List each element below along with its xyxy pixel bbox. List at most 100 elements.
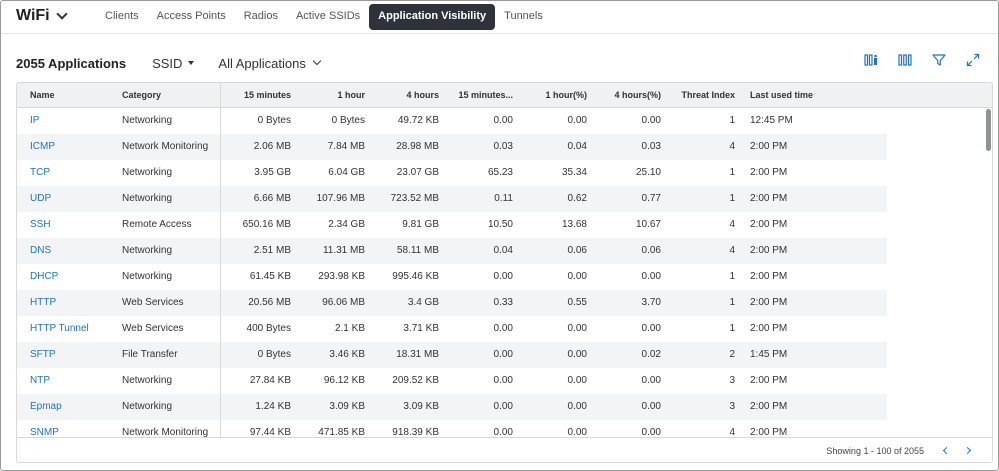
cell-category: Networking <box>122 115 173 126</box>
columns-icon[interactable] <box>898 53 912 67</box>
table-row[interactable]: DNS Networking 2.51 MB 11.31 MB 58.11 MB 0.04… <box>17 238 887 264</box>
column-header-4-hours-pct[interactable]: 4 hours(%) <box>591 83 661 108</box>
cell-15-minutes: 0 Bytes <box>257 115 291 126</box>
cell-1-hour-pct: 0.62 <box>567 193 587 204</box>
scrollbar-thumb[interactable] <box>986 109 991 151</box>
column-header-15-minutes[interactable]: 15 minutes <box>221 83 291 108</box>
tab-application-visibility[interactable]: Application Visibility <box>369 4 496 30</box>
cell-15-minutes: 1.24 KB <box>255 401 291 412</box>
column-header-15-minutes-pct[interactable]: 15 minutes... <box>443 83 513 108</box>
cell-15-minutes: 0 Bytes <box>257 349 291 360</box>
cell-name[interactable]: HTTP <box>30 290 56 316</box>
cell-4-hours: 995.46 KB <box>392 271 439 282</box>
chevron-right-icon <box>963 446 972 455</box>
cell-4-hours: 23.07 GB <box>396 167 439 178</box>
cell-1-hour-pct: 0.00 <box>567 375 587 386</box>
cell-category: Network Monitoring <box>122 141 209 152</box>
table-row[interactable]: HTTP Tunnel Web Services 400 Bytes 2.1 KB 3.… <box>17 316 887 342</box>
cell-category: Network Monitoring <box>122 427 209 437</box>
column-header-1-hour-pct[interactable]: 1 hour(%) <box>517 83 588 108</box>
cell-name[interactable]: IP <box>30 108 39 134</box>
cell-name[interactable]: ICMP <box>30 134 55 160</box>
cell-1-hour-pct: 0.06 <box>567 245 587 256</box>
next-page-button[interactable] <box>963 445 975 457</box>
cell-1-hour-pct: 0.00 <box>567 401 587 412</box>
cell-name[interactable]: TCP <box>30 160 50 186</box>
tab-tunnels[interactable]: Tunnels <box>495 4 552 30</box>
applications-count: 2055 Applications <box>16 55 127 71</box>
cell-15-minutes-pct: 0.04 <box>493 245 513 256</box>
cell-name[interactable]: HTTP Tunnel <box>30 316 89 342</box>
cell-15-minutes: 2.51 MB <box>253 245 291 256</box>
cell-category: Networking <box>122 245 173 256</box>
cell-15-minutes-pct: 0.00 <box>493 323 513 334</box>
column-header-threat-index[interactable]: Threat Index <box>665 83 735 108</box>
table-row[interactable]: ICMP Network Monitoring 2.06 MB 7.84 MB 28.9… <box>17 134 887 160</box>
cell-category: Networking <box>122 167 173 178</box>
table-row[interactable]: UDP Networking 6.66 MB 107.96 MB 723.52 MB 0.… <box>17 186 887 212</box>
cell-1-hour-pct: 0.04 <box>567 141 587 152</box>
table-row[interactable]: SFTP File Transfer 0 Bytes 3.46 KB 18.31 MB 0… <box>17 342 887 368</box>
cell-name[interactable]: UDP <box>30 186 51 212</box>
cell-name[interactable]: SFTP <box>30 342 56 368</box>
cell-threat-index: 1 <box>729 167 735 178</box>
cell-15-minutes-pct: 0.00 <box>493 401 513 412</box>
table-row[interactable]: IP Networking 0 Bytes 0 Bytes 49.72 KB 0.00 0.… <box>17 108 887 134</box>
vertical-scrollbar[interactable] <box>986 109 992 437</box>
cell-15-minutes: 97.44 KB <box>249 427 291 437</box>
cell-name[interactable]: NTP <box>30 368 50 394</box>
cell-category: Networking <box>122 193 173 204</box>
table-footer: Showing 1 - 100 of 2055 <box>17 437 992 462</box>
columns-config-icon[interactable] <box>864 53 878 67</box>
application-filter-dropdown[interactable]: All Applications <box>218 55 322 71</box>
table-row[interactable]: SNMP Network Monitoring 97.44 KB 471.85 KB 9… <box>17 420 887 437</box>
cell-1-hour: 2.1 KB <box>334 323 365 334</box>
application-filter-label: All Applications <box>218 55 306 71</box>
cell-15-minutes-pct: 65.23 <box>487 167 513 178</box>
previous-page-button[interactable] <box>940 445 952 457</box>
cell-threat-index: 1 <box>729 297 735 308</box>
column-header-1-hour[interactable]: 1 hour <box>295 83 365 108</box>
tab-clients[interactable]: Clients <box>96 4 148 30</box>
cell-last-used-time: 1:45 PM <box>750 349 788 360</box>
column-header-last-used-time[interactable]: Last used time <box>750 83 813 108</box>
table-row[interactable]: HTTP Web Services 20.56 MB 96.06 MB 3.4 GB 0.… <box>17 290 887 316</box>
tab-active-ssids[interactable]: Active SSIDs <box>287 4 369 30</box>
table-row[interactable]: NTP Networking 27.84 KB 96.12 KB 209.52 KB 0.… <box>17 368 887 394</box>
cell-threat-index: 4 <box>729 427 735 437</box>
table-row[interactable]: SSH Remote Access 650.16 MB 2.34 GB 9.81 GB 1… <box>17 212 887 238</box>
filter-icon[interactable] <box>932 53 946 67</box>
tab-radios[interactable]: Radios <box>235 4 287 30</box>
chevron-down-icon <box>55 8 68 20</box>
cell-15-minutes: 2.06 MB <box>253 141 291 152</box>
cell-1-hour: 11.31 MB <box>322 245 365 256</box>
tab-access-points[interactable]: Access Points <box>148 4 235 30</box>
cell-name[interactable]: DHCP <box>30 264 58 290</box>
cell-name[interactable]: Epmap <box>30 394 62 420</box>
table-row[interactable]: DHCP Networking 61.45 KB 293.98 KB 995.46 KB… <box>17 264 887 290</box>
cell-last-used-time: 2:00 PM <box>750 167 788 178</box>
cell-name[interactable]: DNS <box>30 238 51 264</box>
ssid-dropdown[interactable]: SSID <box>152 56 195 71</box>
cell-name[interactable]: SSH <box>30 212 51 238</box>
pagination-summary: Showing 1 - 100 of 2055 <box>826 446 924 456</box>
cell-threat-index: 4 <box>729 245 735 256</box>
cell-1-hour: 107.96 MB <box>316 193 365 204</box>
cell-4-hours: 49.72 KB <box>397 115 439 126</box>
column-header-category[interactable]: Category <box>122 83 161 108</box>
cell-4-hours: 3.71 KB <box>403 323 439 334</box>
app-switcher[interactable]: WiFi <box>16 7 68 25</box>
table-row[interactable]: Epmap Networking 1.24 KB 3.09 KB 3.09 KB 0.00… <box>17 394 887 420</box>
column-header-4-hours[interactable]: 4 hours <box>369 83 439 108</box>
cell-4-hours: 3.09 KB <box>403 401 439 412</box>
cell-4-hours-pct: 0.00 <box>641 115 661 126</box>
table-row[interactable]: TCP Networking 3.95 GB 6.04 GB 23.07 GB 65.23… <box>17 160 887 186</box>
cell-1-hour: 2.34 GB <box>328 219 365 230</box>
cell-threat-index: 3 <box>729 375 735 386</box>
cell-1-hour-pct: 0.00 <box>567 349 587 360</box>
cell-15-minutes-pct: 0.33 <box>493 297 513 308</box>
cell-1-hour-pct: 0.55 <box>567 297 587 308</box>
column-header-name[interactable]: Name <box>30 83 55 108</box>
cell-name[interactable]: SNMP <box>30 420 59 437</box>
expand-icon[interactable] <box>966 53 980 67</box>
